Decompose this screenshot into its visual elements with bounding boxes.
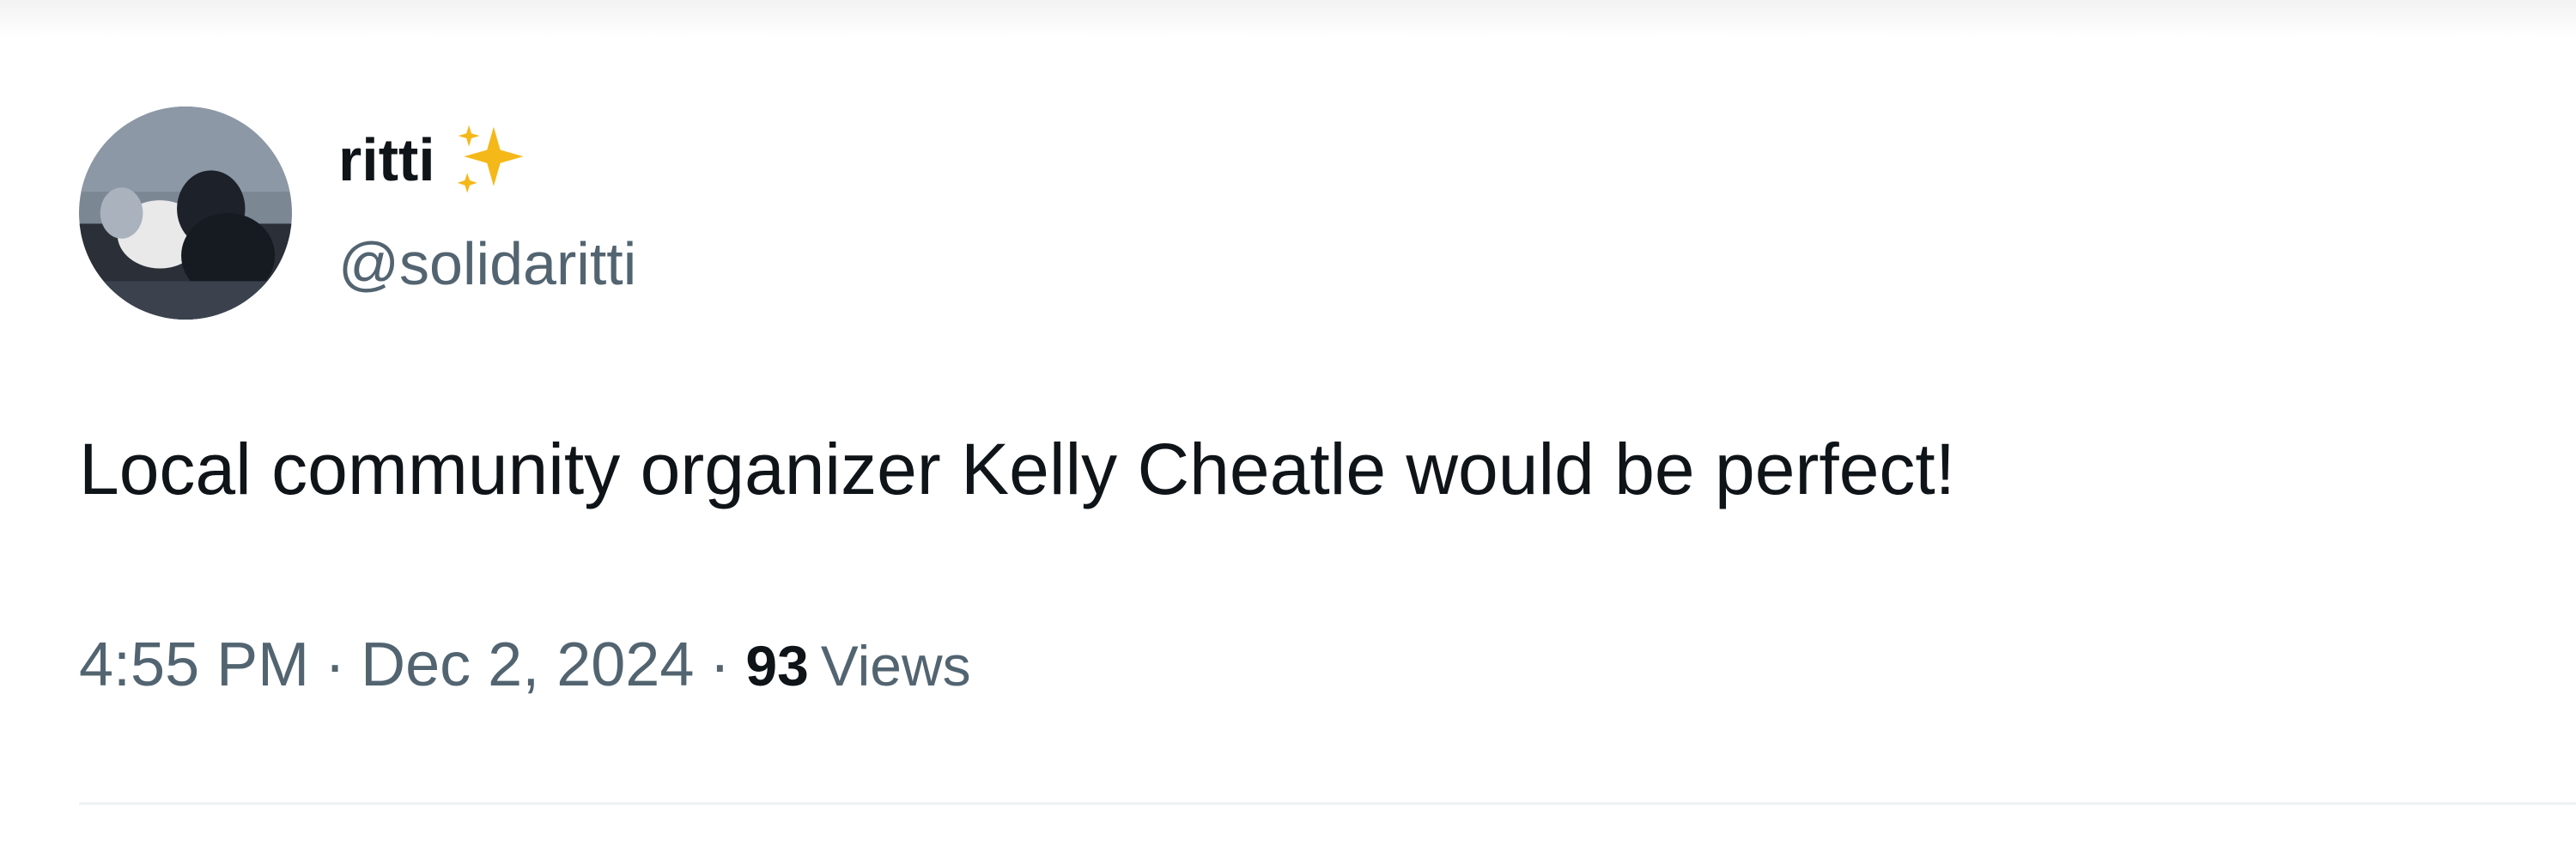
sparkles-icon: [451, 119, 533, 201]
top-edge-shadow: [0, 0, 2576, 38]
tweet-meta: 4:55 PM · Dec 2, 2024 · 93 Views: [79, 634, 971, 696]
avatar[interactable]: [79, 107, 292, 320]
meta-separator: ·: [325, 631, 346, 699]
tweet-time[interactable]: 4:55 PM: [79, 634, 309, 696]
divider: [79, 802, 2576, 805]
avatar-photo: [79, 107, 292, 320]
tweet-date[interactable]: Dec 2, 2024: [361, 634, 694, 696]
display-name-row[interactable]: ritti: [338, 120, 533, 199]
meta-separator: ·: [709, 631, 731, 699]
display-name[interactable]: ritti: [338, 130, 435, 190]
views-count[interactable]: 93: [745, 637, 808, 694]
views-label[interactable]: Views: [821, 637, 971, 694]
tweet-text: Local community organizer Kelly Cheatle …: [79, 429, 1956, 509]
user-handle[interactable]: @solidaritti: [338, 234, 636, 294]
tweet-card: ritti @solidaritti Local community organ…: [0, 0, 2576, 859]
